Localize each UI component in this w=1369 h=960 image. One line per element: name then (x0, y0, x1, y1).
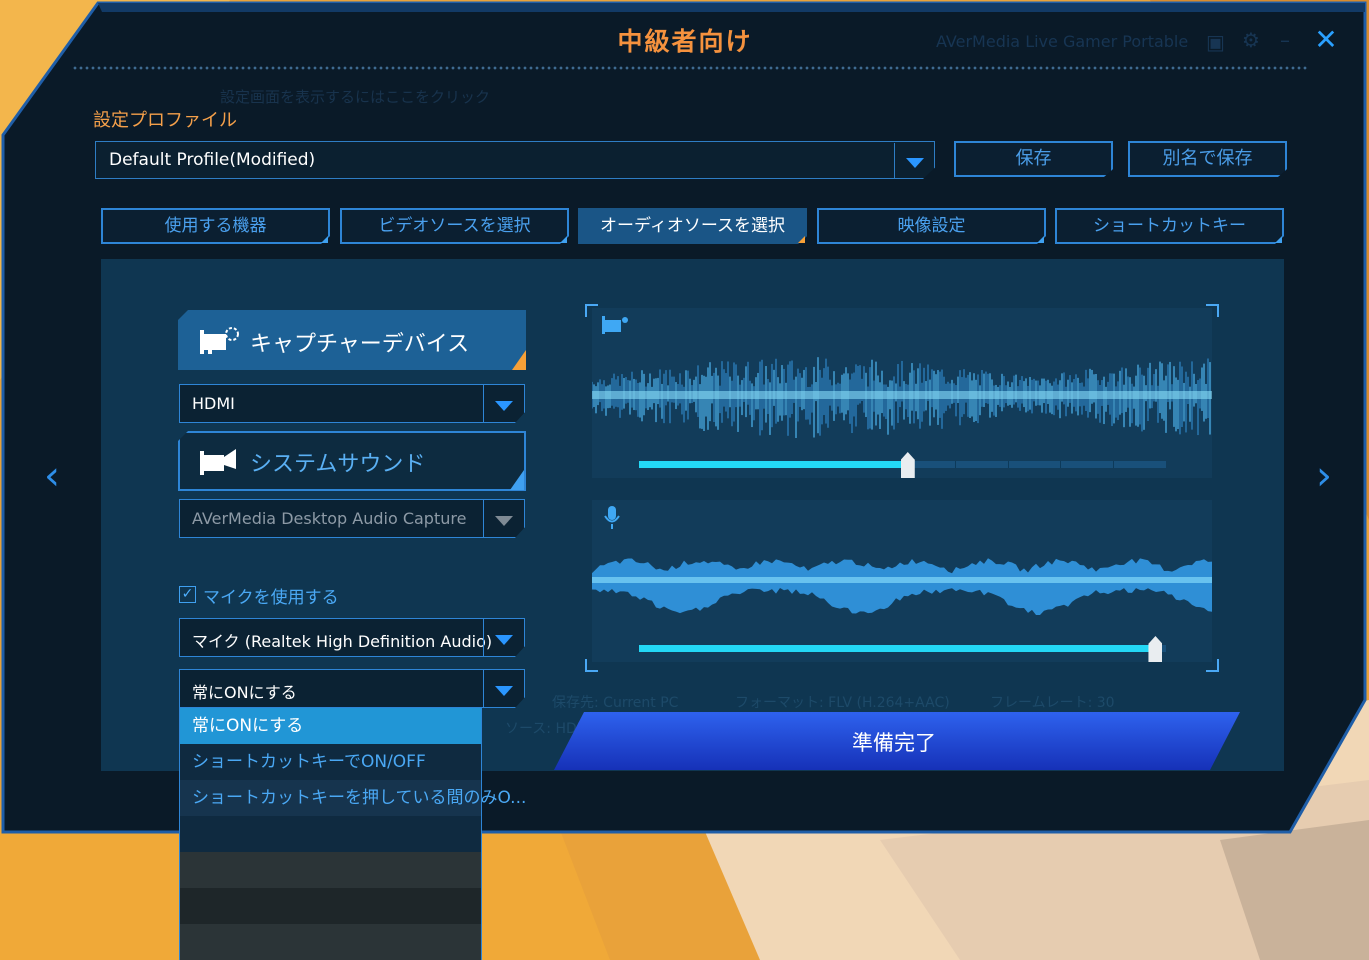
waveform-shape (592, 558, 1212, 616)
use-mic-label[interactable]: マイクを使用する (203, 583, 339, 608)
dropdown-empty-row (180, 888, 481, 924)
tab-notch (321, 236, 328, 243)
chevron-left-icon[interactable]: ‹ (44, 456, 60, 496)
corner-marker (510, 470, 524, 490)
dropdown-arrow-icon (495, 634, 513, 645)
window-title: 中級者向け (617, 27, 753, 56)
close-icon[interactable]: ✕ (1306, 22, 1346, 58)
dropdown-arrow-icon (905, 157, 924, 168)
system-sound-dropdown-button[interactable] (483, 500, 524, 537)
microphone-icon (604, 506, 620, 529)
tab-notch (1037, 236, 1044, 243)
minimize-icon[interactable]: – (1280, 28, 1290, 52)
gear-icon[interactable]: ⚙ (1242, 28, 1260, 52)
capture-source-value: HDMI (192, 394, 235, 413)
chevron-right-icon[interactable]: › (1316, 456, 1332, 496)
tab-notch-active (798, 236, 805, 243)
tab-devices[interactable]: 使用する機器 (101, 208, 330, 244)
save-as-button[interactable]: 別名で保存 (1128, 141, 1287, 177)
speaker-icon (200, 449, 236, 475)
slider-tick (1060, 461, 1061, 468)
dropdown-arrow-icon (495, 515, 513, 526)
camera-icon[interactable]: ▣ (1206, 30, 1225, 54)
dropdown-empty-row (180, 924, 481, 960)
mic-mode-dropdown-list: 常にONにする ショートカットキーでON/OFF ショートカットキーを押している… (179, 707, 526, 960)
save-button[interactable]: 保存 (954, 141, 1113, 177)
mic-mode-dropdown-button[interactable] (483, 670, 524, 707)
dropdown-arrow-icon (495, 685, 513, 696)
faint-fps-label: フレームレート: 30 (990, 695, 1115, 711)
mic-device-value: マイク (Realtek High Definition Audio) (192, 632, 493, 651)
profile-label: 設定プロファイル (93, 110, 237, 131)
use-mic-checkbox[interactable]: ✓ (179, 586, 196, 603)
dropdown-option-always-on[interactable]: 常にONにする (180, 708, 481, 744)
waveform-center-line (592, 577, 1212, 583)
mic-volume-slider[interactable] (639, 645, 1166, 652)
tab-notch (560, 236, 567, 243)
ready-button-label[interactable]: 準備完了 (554, 727, 1234, 757)
capture-device-label: キャプチャーデバイス (250, 332, 470, 357)
capture-waveform (592, 357, 1212, 438)
profile-dropdown-button[interactable] (894, 143, 934, 178)
waveform-center-line (592, 391, 1212, 399)
slider-tick (955, 461, 956, 468)
faint-format-label: フォーマット: FLV (H.264+AAC) (735, 695, 950, 711)
faint-subtitle: 設定画面を表示するにはここをクリック (220, 88, 491, 106)
slider-tick (1008, 461, 1009, 468)
corner-marker (512, 350, 526, 370)
app-name-faint: AVerMedia Live Gamer Portable (936, 32, 1189, 51)
slider-fill (639, 645, 1156, 652)
title-divider (72, 66, 1307, 70)
tab-audio-source[interactable]: オーディオソースを選択 (578, 208, 807, 244)
mic-device-dropdown-button[interactable] (483, 619, 524, 656)
system-sound-label: システムサウンド (250, 452, 426, 477)
mic-waveform (592, 558, 1212, 616)
tab-video-source[interactable]: ビデオソースを選択 (340, 208, 569, 244)
system-sound-value: AVerMedia Desktop Audio Capture (192, 509, 467, 528)
dropdown-option-push-to-talk[interactable]: ショートカットキーを押している間のみO... (180, 780, 526, 816)
dropdown-empty-row (180, 852, 481, 888)
dropdown-empty-row (180, 816, 481, 852)
slider-tick (1113, 461, 1114, 468)
tab-notch (1275, 236, 1282, 243)
tab-shortcut-keys[interactable]: ショートカットキー (1055, 208, 1284, 244)
checkbox-icon: ✓ (181, 586, 194, 602)
slider-fill (639, 461, 908, 468)
capture-card-icon (602, 316, 628, 334)
capture-card-icon (200, 327, 239, 354)
capture-source-dropdown-button[interactable] (483, 385, 524, 422)
faint-storage-label: 保存先: Current PC (552, 695, 679, 711)
dropdown-arrow-icon (495, 400, 513, 411)
profile-value: Default Profile(Modified) (109, 150, 316, 170)
tab-video-settings[interactable]: 映像設定 (817, 208, 1046, 244)
mic-mode-value: 常にONにする (192, 683, 297, 702)
dropdown-option-toggle[interactable]: ショートカットキーでON/OFF (180, 744, 481, 780)
